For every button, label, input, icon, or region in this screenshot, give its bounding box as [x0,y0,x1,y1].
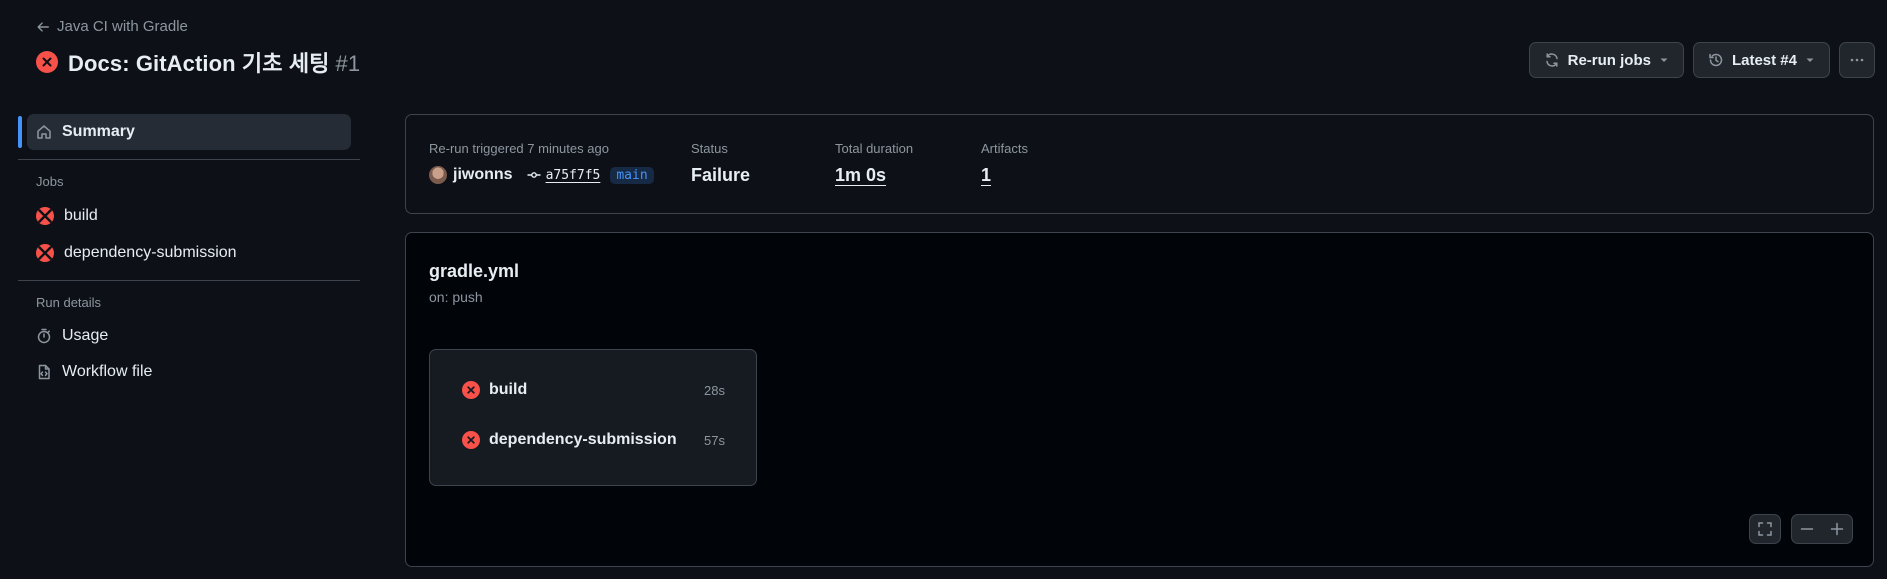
back-link-label: Java CI with Gradle [57,18,188,35]
run-title: Docs: GitAction 기초 세팅 #1 [36,46,360,78]
git-commit-icon [527,172,541,178]
status-info: Status Failure [691,141,750,186]
branch-badge[interactable]: main [610,166,654,184]
file-code-icon [38,364,50,380]
chevron-down-icon [1806,58,1814,62]
back-to-workflow-link[interactable]: Java CI with Gradle [36,18,188,35]
chevron-down-icon [1660,58,1668,62]
zoom-controls [1791,514,1853,544]
duration-label: Total duration [835,141,914,156]
run-details-heading: Run details [36,295,102,310]
sidebar-item-workflow-file[interactable]: Workflow file [18,354,360,390]
run-title-text: Docs: GitAction 기초 세팅 [68,51,330,76]
failure-icon [36,243,54,262]
workflow-trigger: on: push [429,289,483,305]
sidebar-item-summary[interactable]: Summary [18,114,351,150]
zoom-in-button[interactable] [1822,522,1852,536]
commit-sha: a75f7f5 [545,167,601,183]
trigger-label: Re-run triggered 7 minutes ago [429,141,609,156]
status-value: Failure [691,165,751,185]
duration-value[interactable]: 1m 0s [835,165,913,186]
run-summary-panel: Re-run triggered 7 minutes ago jiwonns a… [405,114,1874,214]
status-label: Status [691,141,728,156]
sidebar-item-label: Usage [62,327,109,344]
run-sidebar: Summary Jobs build dependency-submission… [18,114,360,390]
commit-link[interactable]: a75f7f5 [527,167,601,183]
graph-job-build[interactable]: build 28s [462,381,725,399]
jobs-heading: Jobs [36,174,64,189]
sidebar-divider [18,280,360,281]
page-title: Docs: GitAction 기초 세팅 #1 [68,46,360,78]
sidebar-divider [18,159,360,160]
actor-username[interactable]: jiwonns [453,166,513,184]
artifacts-info: Artifacts 1 [981,141,1028,186]
workflow-graph-panel: gradle.yml on: push build 28s dependency… [405,232,1874,567]
avatar[interactable] [429,166,447,184]
failure-icon [462,431,480,449]
artifacts-count[interactable]: 1 [981,165,1028,186]
failure-icon [36,51,58,73]
failure-icon [36,206,54,225]
rerun-jobs-label: Re-run jobs [1567,51,1651,69]
arrow-left-icon [37,21,49,32]
sidebar-item-label: build [64,206,98,224]
kebab-horizontal-icon [1850,58,1864,62]
home-icon [37,125,51,139]
latest-attempt-label: Latest #4 [1731,51,1797,69]
more-options-button[interactable] [1839,42,1875,78]
sidebar-item-usage[interactable]: Usage [18,318,360,354]
job-name: build [489,381,528,398]
job-group-card: build 28s dependency-submission 57s [429,349,757,486]
dash-icon [1800,528,1814,530]
graph-job-dependency-submission[interactable]: dependency-submission 57s [462,431,725,449]
header-actions: Re-run jobs Latest #4 [1528,42,1875,78]
trigger-info: Re-run triggered 7 minutes ago jiwonns a… [429,141,654,184]
zoom-out-button[interactable] [1792,522,1822,536]
history-icon [1709,53,1723,67]
failure-icon [462,381,480,399]
latest-attempt-button[interactable]: Latest #4 [1692,42,1830,78]
artifacts-label: Artifacts [981,141,1028,156]
sidebar-item-label: dependency-submission [64,243,237,261]
job-name: dependency-submission [489,431,677,448]
workflow-file-name: gradle.yml [429,261,520,281]
duration-info: Total duration 1m 0s [835,141,913,186]
job-duration: 28s [704,382,725,398]
job-duration: 57s [704,432,725,448]
sync-icon [1545,53,1558,67]
sidebar-item-label: Summary [62,123,135,140]
screen-full-icon [1758,522,1772,536]
sidebar-item-dependency-submission[interactable]: dependency-submission [18,234,360,271]
plus-icon [1830,522,1844,536]
stopwatch-icon [37,328,51,344]
sidebar-item-label: Workflow file [62,363,153,380]
sidebar-item-build[interactable]: build [18,197,360,234]
run-number: #1 [335,51,361,76]
fullscreen-button[interactable] [1749,514,1781,544]
rerun-jobs-button[interactable]: Re-run jobs [1528,42,1684,78]
workflow-run-page: Java CI with Gradle Docs: GitAction 기초 세… [0,0,1887,579]
